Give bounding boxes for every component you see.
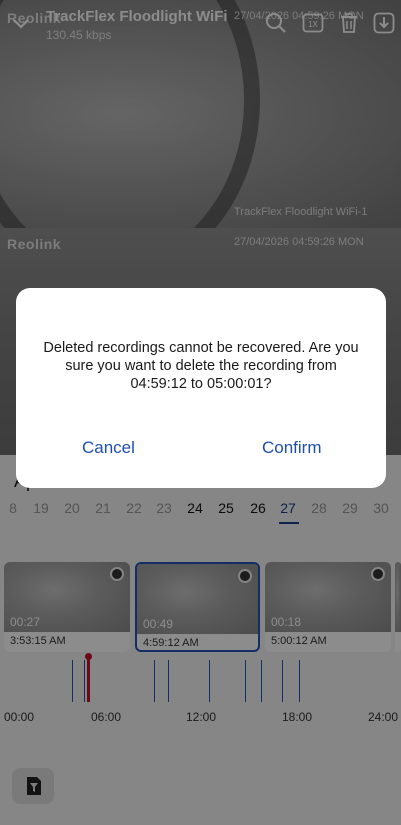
- cancel-button[interactable]: Cancel: [82, 438, 135, 458]
- confirm-button[interactable]: Confirm: [262, 438, 322, 458]
- delete-confirm-dialog: Deleted recordings cannot be recovered. …: [16, 288, 386, 488]
- dialog-message: Deleted recordings cannot be recovered. …: [43, 340, 359, 392]
